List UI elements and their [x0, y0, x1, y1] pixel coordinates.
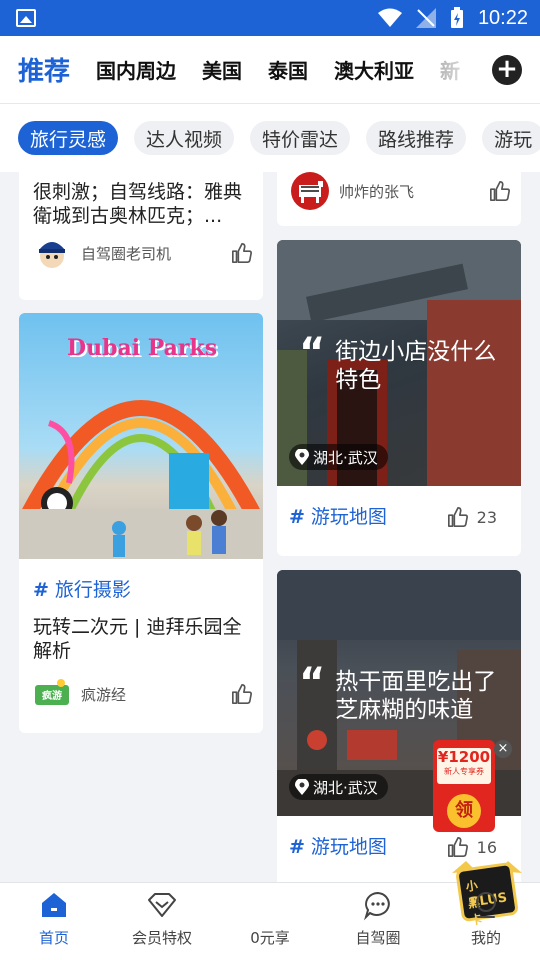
article-card-dubai-parks[interactable]: Dubai Parks # 旅行摄影 玩转二次元 | 迪拜乐园全解析 疯游 疯游经	[19, 313, 263, 733]
quote-overlay: “ 热干面里吃出了芝麻糊的味道	[299, 660, 503, 724]
coupon-amount: ¥1200	[437, 748, 491, 766]
article-card-hot-dry-noodles[interactable]: “ 热干面里吃出了芝麻糊的味道 湖北·武汉 # 游玩地图 16	[277, 570, 521, 882]
like-button[interactable]	[231, 242, 253, 264]
card-author: 自驾圈老司机	[33, 234, 253, 272]
nav-home[interactable]: 首页	[0, 883, 108, 960]
card-image: “ 街边小店没什么特色 湖北·武汉	[277, 240, 521, 486]
quote-icon: “	[299, 330, 326, 376]
chip-deal-radar[interactable]: 特价雷达	[250, 121, 351, 155]
plus-icon: +	[496, 54, 518, 84]
article-card-driving-route[interactable]: 很刺激；自驾线路：雅典衛城到古奥林匹克；... 自驾圈老司机	[19, 172, 263, 300]
card-author: 帅炸的张飞	[291, 172, 511, 210]
hash-icon: #	[33, 579, 49, 601]
thumbs-up-icon	[447, 837, 468, 857]
quote-overlay: “ 街边小店没什么特色	[299, 330, 503, 394]
like-count: 16	[476, 837, 497, 857]
wifi-icon	[377, 8, 402, 27]
chip-travel-inspiration[interactable]: 旅行灵感	[18, 121, 119, 155]
thumbs-up-icon	[232, 684, 252, 704]
nav-label: 我的	[470, 929, 501, 947]
nav-label: 自驾圈	[355, 929, 401, 947]
chip-route-recommend[interactable]: 路线推荐	[366, 121, 467, 155]
add-tab-button[interactable]: +	[492, 55, 522, 85]
new-user-coupon[interactable]: ¥1200 新人专享券 领	[433, 740, 495, 832]
author-name: 自驾圈老司机	[81, 244, 172, 263]
avatar: 疯游	[33, 675, 71, 713]
clock: 10:22	[477, 6, 528, 29]
article-card-zhangfei[interactable]: 帅炸的张飞	[277, 172, 521, 226]
avatar	[291, 172, 329, 210]
author-name: 疯游经	[81, 685, 127, 704]
hash-icon: #	[289, 506, 305, 528]
tag-label: 旅行摄影	[54, 579, 131, 601]
coupon-label: 新人专享券	[444, 767, 484, 776]
location-badge: 湖北·武汉	[289, 444, 388, 470]
chat-icon	[363, 891, 390, 921]
thumbs-up-icon	[447, 507, 468, 527]
destination-tabs: 推荐 国内周边 美国 泰国 澳大利亚 新 +	[0, 36, 540, 104]
card-title: 很刺激；自驾线路：雅典衛城到古奥林匹克；...	[33, 181, 243, 227]
coupon-close-icon[interactable]: ×	[494, 740, 512, 758]
article-card-street-shop[interactable]: “ 街边小店没什么特色 湖北·武汉 # 游玩地图 23	[277, 240, 521, 556]
location-pin-icon	[295, 449, 309, 465]
tab-recommend[interactable]: 推荐	[18, 51, 70, 88]
card-tag[interactable]: # 游玩地图	[289, 502, 387, 529]
category-chips: 旅行灵感 达人视频 特价雷达 路线推荐 游玩	[0, 104, 540, 172]
thumbs-up-icon	[490, 181, 510, 201]
status-bar: 10:22	[0, 0, 540, 36]
nav-self-drive[interactable]: 自驾圈	[324, 883, 432, 960]
card-author: 疯游 疯游经	[33, 675, 253, 713]
tag-label: 游玩地图	[310, 836, 387, 858]
like-count: 23	[476, 507, 497, 527]
coupon-amount-box: ¥1200 新人专享券	[437, 748, 491, 784]
nav-membership[interactable]: 会员特权	[108, 883, 216, 960]
quote-text: 热干面里吃出了芝麻糊的味道	[335, 669, 497, 723]
nav-zero-yuan[interactable]: 小黑卡 PLUS 0元享	[216, 861, 522, 960]
chip-play[interactable]: 游玩	[482, 121, 540, 155]
diamond-icon	[148, 893, 176, 917]
image-notification-icon	[16, 9, 36, 27]
card-title: 玩转二次元 | 迪拜乐园全解析	[33, 616, 242, 662]
svg-text:疯游: 疯游	[42, 689, 62, 702]
tab-usa[interactable]: 美国	[202, 55, 242, 84]
like-button[interactable]: 16	[447, 836, 497, 858]
quote-text: 街边小店没什么特色	[335, 339, 497, 393]
chip-expert-videos[interactable]: 达人视频	[134, 121, 235, 155]
nav-profile[interactable]: 我的	[432, 883, 540, 960]
thumbs-up-icon	[232, 243, 252, 263]
tab-thailand[interactable]: 泰国	[268, 55, 308, 84]
nav-label: 0元享	[250, 929, 290, 947]
location-badge: 湖北·武汉	[289, 774, 388, 800]
bottom-navigation: 首页 会员特权 小黑卡 PLUS 0元享 自驾圈 我的	[0, 861, 540, 960]
tab-australia[interactable]: 澳大利亚	[334, 55, 414, 84]
location-pin-icon	[295, 779, 309, 795]
coupon-claim-button[interactable]: 领	[447, 794, 481, 828]
like-button[interactable]	[231, 683, 253, 705]
dubai-parks-logo-text: Dubai Parks	[67, 335, 218, 361]
nav-label: 会员特权	[131, 929, 192, 947]
nav-label: 首页	[38, 929, 69, 947]
tag-label: 游玩地图	[310, 506, 387, 528]
tabs-fade	[444, 36, 484, 103]
battery-charging-icon	[450, 7, 463, 28]
profile-icon	[476, 892, 496, 918]
card-tag[interactable]: # 旅行摄影	[33, 575, 131, 602]
location-text: 湖北·武汉	[313, 778, 378, 797]
quote-icon: “	[299, 660, 326, 706]
location-text: 湖北·武汉	[313, 448, 378, 467]
tab-domestic[interactable]: 国内周边	[96, 55, 176, 84]
author-name: 帅炸的张飞	[339, 182, 415, 201]
card-tag[interactable]: # 游玩地图	[289, 832, 387, 859]
like-button[interactable]	[489, 180, 511, 202]
like-button[interactable]: 23	[447, 506, 497, 528]
hash-icon: #	[289, 836, 305, 858]
card-image: Dubai Parks	[19, 313, 263, 559]
home-icon	[42, 893, 66, 917]
avatar	[33, 234, 71, 272]
no-signal-icon	[415, 8, 436, 28]
